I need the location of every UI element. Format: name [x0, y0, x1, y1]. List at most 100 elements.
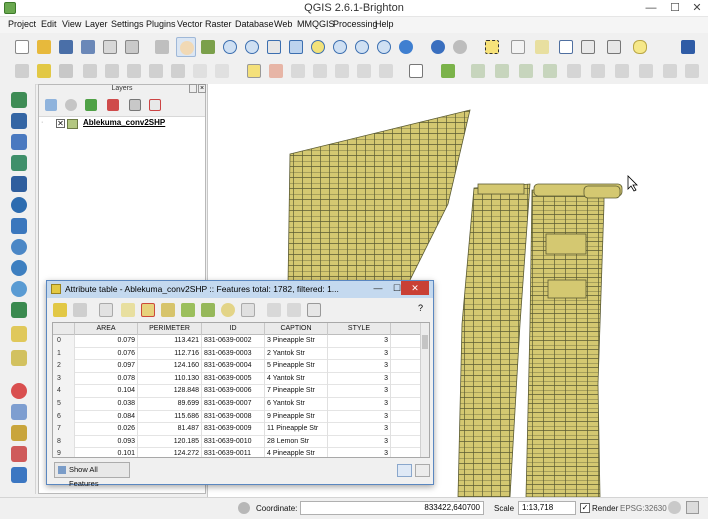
- pan-to-selection-button[interactable]: [198, 37, 218, 57]
- attribute-close-button[interactable]: ✕: [401, 281, 429, 295]
- add-mssql-layer-button[interactable]: [9, 174, 29, 194]
- zoom-out-button[interactable]: [242, 37, 262, 57]
- delete-selected-icon[interactable]: [99, 303, 113, 317]
- move-feature-button[interactable]: [102, 61, 122, 81]
- select-features-button[interactable]: [482, 37, 502, 57]
- cell-area[interactable]: 0.079: [75, 335, 138, 348]
- cell-area[interactable]: 0.078: [75, 372, 138, 386]
- cell-area[interactable]: 0.038: [75, 398, 138, 411]
- cell-id[interactable]: 831-0639-0005: [202, 372, 265, 386]
- open-project-button[interactable]: [34, 37, 54, 57]
- unselect-all-icon[interactable]: [141, 303, 155, 317]
- digitize-button[interactable]: [438, 61, 458, 81]
- cell-id[interactable]: 831-0639-0002: [202, 335, 265, 348]
- scale-combobox[interactable]: 1:13,718: [518, 501, 576, 515]
- attribute-minimize-button[interactable]: —: [369, 281, 387, 295]
- scrollbar-thumb[interactable]: [422, 335, 428, 349]
- cell-perimeter[interactable]: 81.487: [138, 423, 202, 436]
- cell-perimeter[interactable]: 110.130: [138, 372, 202, 386]
- row-number[interactable]: 1: [53, 347, 75, 361]
- table-row[interactable]: 7 0.026 81.487 831-0639-0009 11 Pineappl…: [53, 423, 423, 436]
- cell-style[interactable]: 3: [328, 385, 391, 398]
- cell-style[interactable]: 3: [328, 435, 391, 449]
- cell-style[interactable]: 3: [328, 360, 391, 373]
- cell-style[interactable]: 3: [328, 335, 391, 348]
- zoom-full-button[interactable]: [286, 37, 306, 57]
- zoom-native-button[interactable]: [264, 37, 284, 57]
- row-number[interactable]: 4: [53, 385, 75, 398]
- copy-features-button[interactable]: [190, 61, 210, 81]
- attribute-grid-scrollbar[interactable]: [420, 323, 429, 457]
- cell-style[interactable]: 3: [328, 347, 391, 361]
- add-wfs-layer-button[interactable]: [9, 279, 29, 299]
- pan-map-button[interactable]: [176, 37, 196, 57]
- table-view-button[interactable]: [397, 464, 412, 477]
- pan-to-selected-icon[interactable]: [201, 303, 215, 317]
- cell-perimeter[interactable]: 113.421: [138, 335, 202, 348]
- show-all-features-button[interactable]: Show All Features: [54, 462, 130, 488]
- menu-view[interactable]: View: [62, 19, 81, 29]
- touch-zoom-button[interactable]: [152, 37, 172, 57]
- copy-rows-icon[interactable]: [241, 303, 255, 317]
- coordinate-capture-button[interactable]: [9, 423, 29, 443]
- visibility-eye-icon[interactable]: [65, 99, 77, 111]
- remove-layer-icon[interactable]: [149, 99, 161, 111]
- add-raster-layer-button[interactable]: [9, 111, 29, 131]
- zoom-to-layer-button[interactable]: [330, 37, 350, 57]
- new-shapefile-button[interactable]: [9, 324, 29, 344]
- row-number[interactable]: 7: [53, 423, 75, 436]
- advanced-edit-button-4[interactable]: [540, 61, 560, 81]
- add-feature-button[interactable]: [80, 61, 100, 81]
- layer-styling-icon[interactable]: [45, 99, 57, 111]
- advanced-edit-button-10[interactable]: [682, 61, 702, 81]
- zoom-in-button[interactable]: [220, 37, 240, 57]
- cell-perimeter[interactable]: 124.272: [138, 448, 202, 457]
- zoom-next-button[interactable]: [374, 37, 394, 57]
- save-as-button[interactable]: [78, 37, 98, 57]
- move-selection-top-icon[interactable]: [161, 303, 175, 317]
- menu-processing[interactable]: Processing: [333, 19, 378, 29]
- column-header-style[interactable]: STYLE: [328, 323, 391, 335]
- processing-toolbox-button[interactable]: [9, 444, 29, 464]
- expand-arrow-icon[interactable]: ·: [41, 119, 43, 126]
- row-number[interactable]: 0: [53, 335, 75, 348]
- panel-float-icon[interactable]: [189, 84, 197, 93]
- cell-id[interactable]: 831-0639-0009: [202, 423, 265, 436]
- cell-style[interactable]: 3: [328, 448, 391, 457]
- menu-layer[interactable]: Layer: [85, 19, 108, 29]
- toggle-editing-icon[interactable]: [53, 303, 67, 317]
- crs-globe-icon[interactable]: [668, 501, 681, 514]
- cell-style[interactable]: 3: [328, 372, 391, 386]
- table-row[interactable]: 8 0.093 120.185 831-0639-0010 28 Lemon S…: [53, 435, 423, 449]
- cell-perimeter[interactable]: 128.848: [138, 385, 202, 398]
- python-console-button[interactable]: [9, 465, 29, 485]
- cell-id[interactable]: 831-0639-0010: [202, 435, 265, 449]
- table-row[interactable]: 4 0.104 128.848 831-0639-0006 7 Pineappl…: [53, 385, 423, 398]
- layer-labeling-button[interactable]: [244, 61, 264, 81]
- annotation-button[interactable]: [630, 37, 650, 57]
- cell-caption[interactable]: 9 Pineapple Str: [265, 410, 328, 424]
- cell-caption[interactable]: 7 Pineapple Str: [265, 385, 328, 398]
- cell-area[interactable]: 0.026: [75, 423, 138, 436]
- composer-manager-button[interactable]: [122, 37, 142, 57]
- cell-caption[interactable]: 11 Pineapple Str: [265, 423, 328, 436]
- table-row[interactable]: 9 0.101 124.272 831-0639-0011 4 Pineappl…: [53, 448, 423, 457]
- add-postgis-layer-button[interactable]: [9, 132, 29, 152]
- table-row[interactable]: 2 0.097 124.160 831-0639-0004 5 Pineappl…: [53, 360, 423, 373]
- menu-web[interactable]: Web: [274, 19, 292, 29]
- current-edits-button[interactable]: [12, 61, 32, 81]
- maximize-button[interactable]: ☐: [664, 0, 686, 16]
- refresh-button[interactable]: [396, 37, 416, 57]
- cell-caption[interactable]: 3 Pineapple Str: [265, 335, 328, 348]
- new-spatialite-button[interactable]: [9, 348, 29, 368]
- panel-close-icon[interactable]: ×: [198, 84, 206, 93]
- table-row[interactable]: 3 0.078 110.130 831-0639-0005 4 Yantok S…: [53, 372, 423, 386]
- measure-line-button[interactable]: [578, 37, 598, 57]
- add-sqlanywhere-layer-button[interactable]: [9, 216, 29, 236]
- cell-id[interactable]: 831-0639-0008: [202, 410, 265, 424]
- label-toolbar-button-1[interactable]: [266, 61, 286, 81]
- cell-area[interactable]: 0.084: [75, 410, 138, 424]
- add-spatialite-layer-button[interactable]: [9, 153, 29, 173]
- zoom-to-selection-button[interactable]: [308, 37, 328, 57]
- row-number[interactable]: 3: [53, 372, 75, 386]
